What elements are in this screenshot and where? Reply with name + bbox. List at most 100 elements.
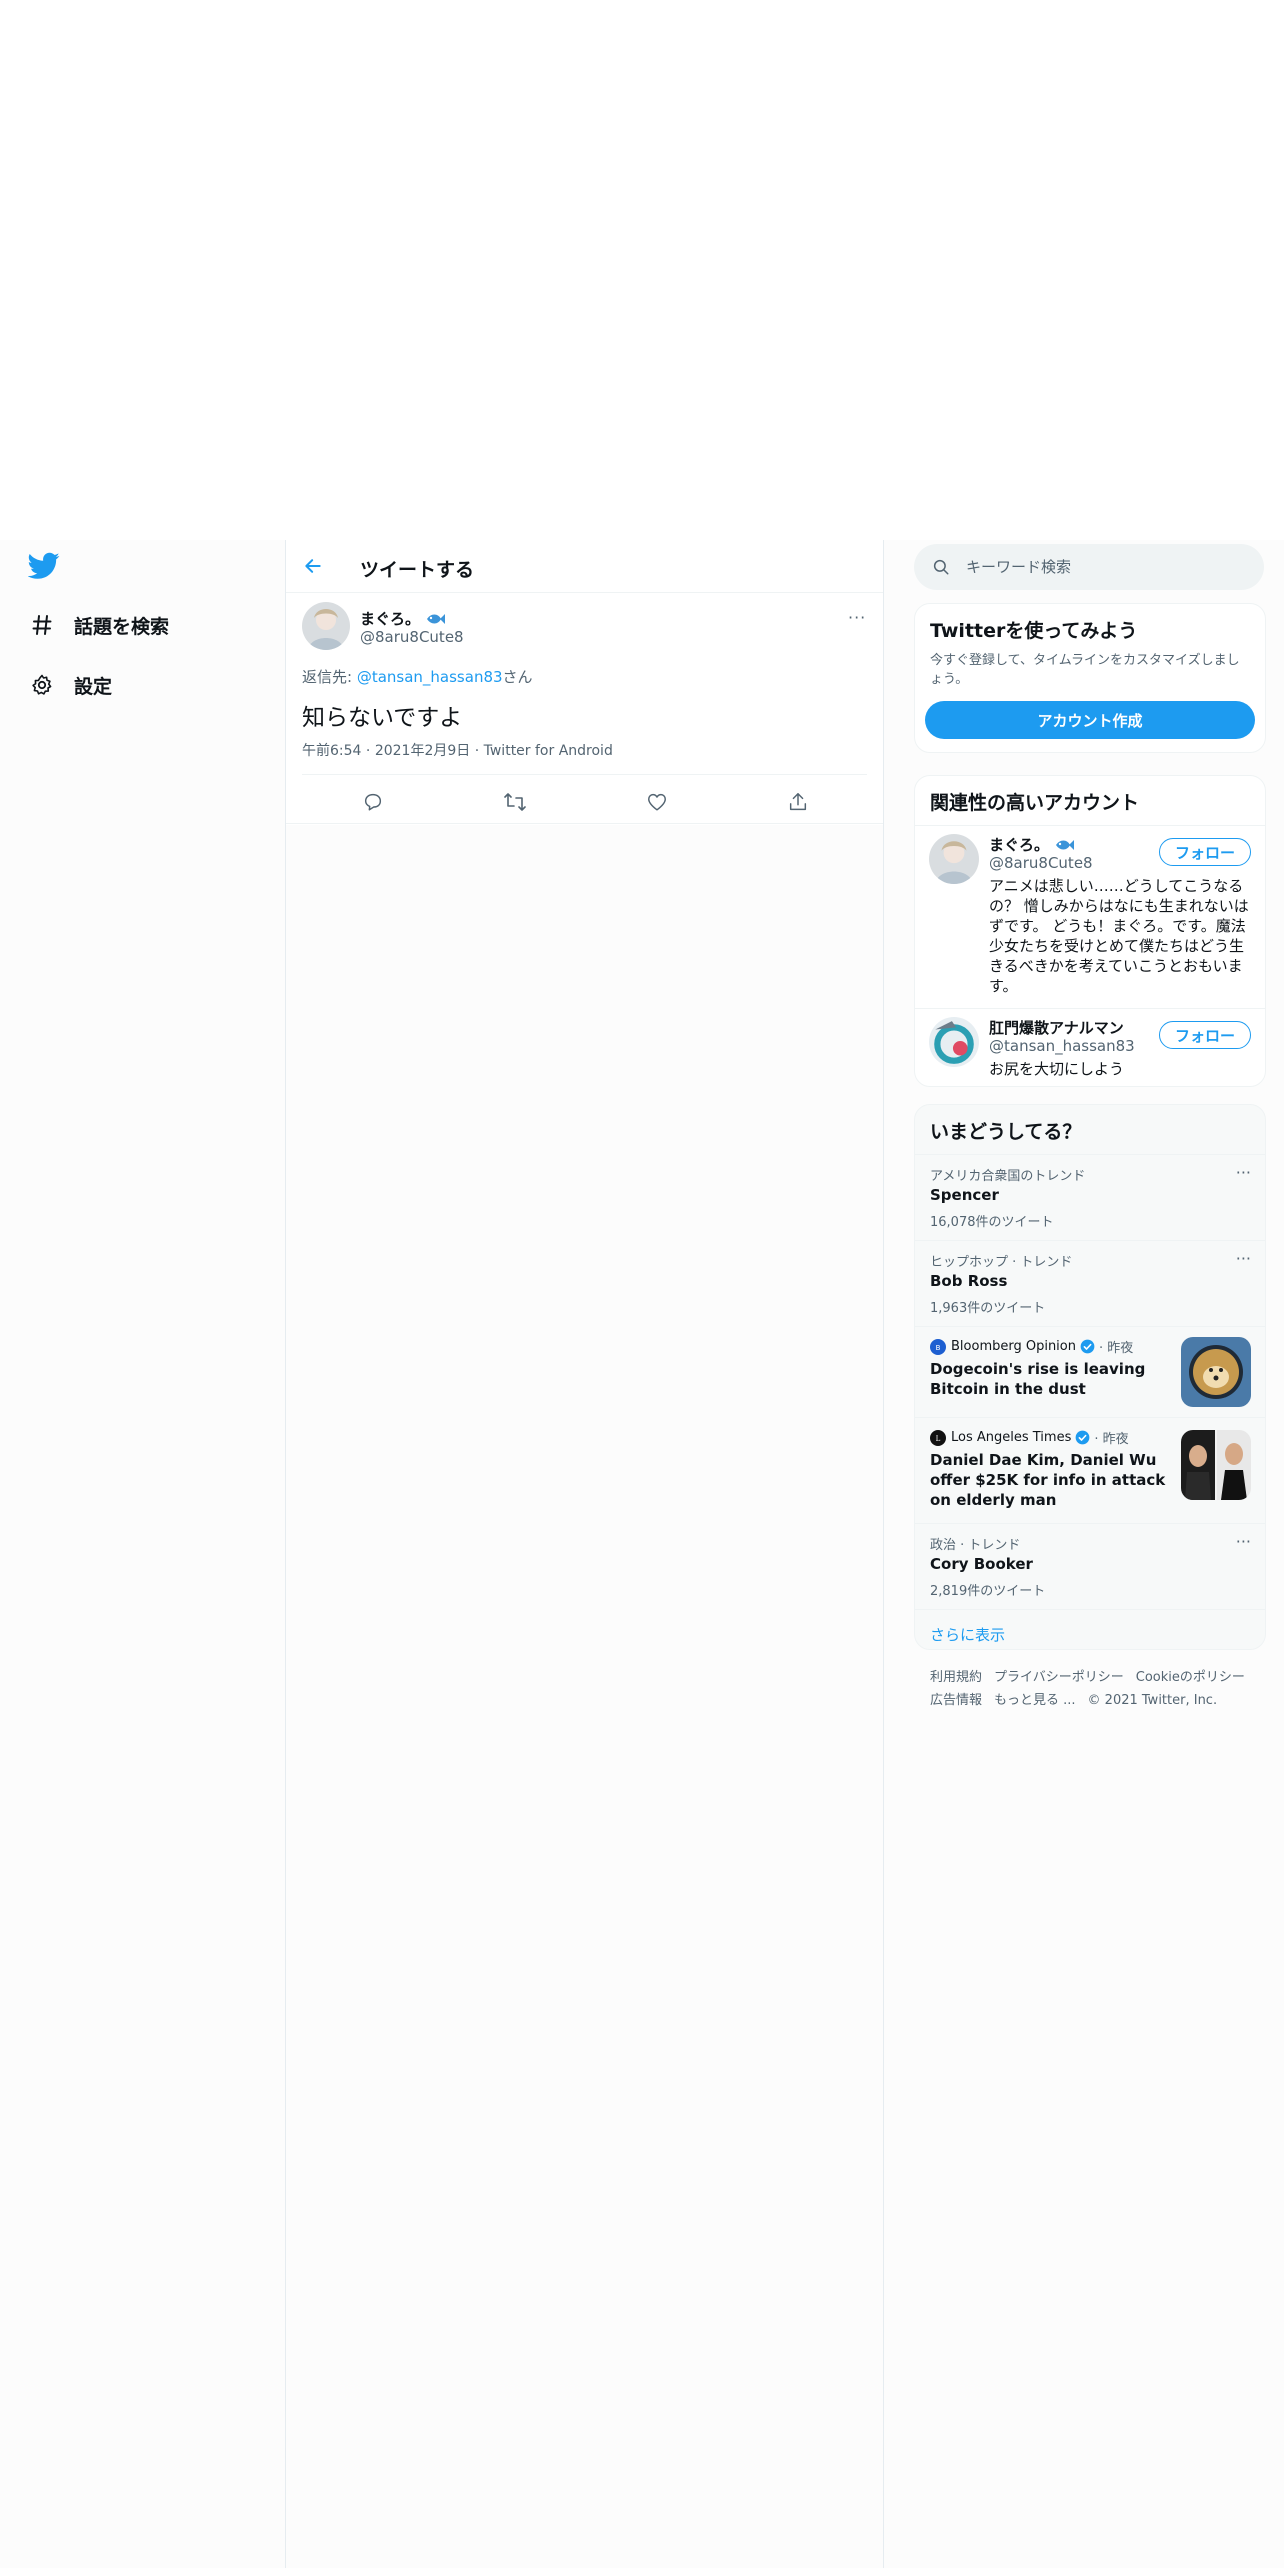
more-icon[interactable]: ··· [1236, 1249, 1251, 1268]
nav-settings[interactable]: 設定 [28, 665, 112, 705]
bloomberg-logo-icon: B [930, 1338, 946, 1355]
news-time: · 昨夜 [1094, 1432, 1129, 1447]
relevant-accounts-card: 関連性の高いアカウント まぐろ。 @8aru8Cute8 アニメは悲しい……どう… [914, 775, 1266, 1087]
trend-context: ヒップホップ · トレンド [930, 1255, 1073, 1270]
main-column-empty [286, 825, 883, 2568]
reply-suffix: さん [502, 668, 533, 686]
more-icon[interactable]: ··· [848, 608, 866, 627]
divider [883, 540, 884, 2568]
trends-title: いまどうしてる？ [930, 1121, 1082, 1143]
tweet-date[interactable]: 2021年2月9日 [375, 743, 470, 759]
news-thumbnail [1181, 1430, 1251, 1500]
reply-context: 返信先: @tansan_hassan83さん [302, 666, 533, 687]
footer-link-privacy[interactable]: プライバシーポリシー [994, 1670, 1124, 1685]
nav-explore-label: 話題を検索 [74, 615, 170, 638]
trend-count: 2,819件のツイート [930, 1584, 1046, 1599]
news-time: · 昨夜 [1099, 1341, 1134, 1356]
news-item[interactable]: B Bloomberg Opinion · 昨夜 Dogecoin's rise… [915, 1326, 1265, 1417]
svg-text:L: L [936, 1435, 941, 1443]
retweet-icon[interactable] [501, 788, 529, 816]
trend-item[interactable]: 政治 · トレンド Cory Booker 2,819件のツイート ··· [915, 1523, 1265, 1609]
share-icon[interactable] [784, 788, 812, 816]
nav-explore[interactable]: 話題を検索 [28, 605, 169, 645]
fish-emoji-icon [426, 612, 446, 626]
footer-link-terms[interactable]: 利用規約 [930, 1670, 982, 1685]
avatar[interactable] [929, 1017, 979, 1067]
footer-link-cookies[interactable]: Cookieのポリシー [1136, 1670, 1245, 1685]
trend-item[interactable]: アメリカ合衆国のトレンド Spencer 16,078件のツイート ··· [915, 1154, 1265, 1240]
reply-prefix: 返信先: [302, 668, 357, 686]
follow-button[interactable]: フォロー [1159, 1021, 1251, 1049]
footer-link-more[interactable]: もっと見る ... [994, 1693, 1076, 1708]
tweet-text: 知らないですよ [302, 705, 463, 731]
nav-settings-label: 設定 [74, 675, 113, 698]
news-source: L Los Angeles Times · 昨夜 [930, 1428, 1129, 1447]
news-source-name: Bloomberg Opinion [951, 1339, 1076, 1354]
signup-title: Twitterを使ってみよう [930, 620, 1138, 642]
news-headline: Daniel Dae Kim, Daniel Wu offer $25K for… [930, 1451, 1166, 1509]
footer-link-ads[interactable]: 広告情報 [930, 1693, 982, 1708]
tweet-author-name: まぐろ。 [360, 610, 421, 628]
tweet-source[interactable]: Twitter for Android [484, 743, 613, 759]
news-source: B Bloomberg Opinion · 昨夜 [930, 1337, 1133, 1356]
main-header: ツイートする [286, 540, 883, 593]
page-title: ツイートする [360, 559, 475, 581]
relevant-accounts-title: 関連性の高いアカウント [930, 792, 1140, 814]
follow-button[interactable]: フォロー [1159, 838, 1251, 866]
tweet-time[interactable]: 午前6:54 [302, 743, 361, 759]
more-icon[interactable]: ··· [1236, 1532, 1251, 1551]
trend-count: 16,078件のツイート [930, 1215, 1054, 1230]
account-bio: アニメは悲しい……どうしてこうなるの？ 憎しみからはなにも生まれないはずです。 … [989, 877, 1249, 995]
trend-name: Bob Ross [930, 1272, 1008, 1290]
twitter-logo-icon[interactable] [27, 552, 62, 582]
search-box[interactable] [914, 544, 1264, 590]
footer-copyright: © 2021 Twitter, Inc. [1087, 1693, 1218, 1708]
signup-description: 今すぐ登録して、タイムラインをカスタマイズしましょう。 [930, 653, 1240, 687]
divider [286, 823, 883, 824]
create-account-button[interactable]: アカウント作成 [925, 701, 1255, 739]
tweet-actions [302, 782, 867, 822]
news-item[interactable]: L Los Angeles Times · 昨夜 Daniel Dae Kim,… [915, 1417, 1265, 1523]
account-name: 肛門爆散アナルマン [989, 1019, 1124, 1037]
avatar[interactable] [302, 602, 350, 650]
news-source-name: Los Angeles Times [951, 1430, 1072, 1445]
tweet-meta: 午前6:54 · 2021年2月9日 · Twitter for Android [302, 743, 613, 759]
show-more-link[interactable]: さらに表示 [930, 1624, 1005, 1645]
back-arrow-icon[interactable] [300, 553, 326, 579]
trend-item[interactable]: ヒップホップ · トレンド Bob Ross 1,963件のツイート ··· [915, 1240, 1265, 1326]
account-bio: お尻を大切にしよう [989, 1060, 1125, 1078]
news-thumbnail [1181, 1337, 1251, 1407]
trend-name: Spencer [930, 1186, 999, 1204]
account-item[interactable]: まぐろ。 @8aru8Cute8 アニメは悲しい……どうしてこうなるの？ 憎しみ… [915, 825, 1265, 1008]
verified-badge-icon [1080, 1339, 1095, 1354]
hashtag-icon [28, 611, 56, 639]
trend-context: アメリカ合衆国のトレンド [930, 1169, 1086, 1184]
trend-context: 政治 · トレンド [930, 1538, 1021, 1553]
account-item[interactable]: 肛門爆散アナルマン @tansan_hassan83 お尻を大切にしよう フォロ… [915, 1008, 1265, 1086]
trends-card: いまどうしてる？ アメリカ合衆国のトレンド Spencer 16,078件のツイ… [914, 1104, 1266, 1650]
tweet-author-handle: @8aru8Cute8 [360, 628, 464, 646]
footer: 利用規約 プライバシーポリシー Cookieのポリシー 広告情報 もっと見る ... ©… [930, 1666, 1260, 1712]
fish-emoji-icon [1055, 838, 1075, 852]
account-handle: @tansan_hassan83 [989, 1037, 1135, 1055]
la-times-logo-icon: L [930, 1429, 946, 1446]
account-name: まぐろ。 [989, 834, 1075, 855]
divider [302, 774, 867, 775]
more-icon[interactable]: ··· [1236, 1163, 1251, 1182]
account-handle: @8aru8Cute8 [989, 854, 1093, 872]
account-name-text: まぐろ。 [989, 836, 1050, 854]
trend-count: 1,963件のツイート [930, 1301, 1046, 1316]
reply-to-link[interactable]: @tansan_hassan83 [357, 668, 503, 686]
search-input[interactable] [964, 557, 1238, 577]
left-nav [0, 540, 285, 2568]
news-headline: Dogecoin's rise is leaving Bitcoin in th… [930, 1360, 1146, 1398]
svg-text:B: B [936, 1344, 941, 1352]
avatar[interactable] [929, 834, 979, 884]
reply-icon[interactable] [359, 788, 387, 816]
signup-card: Twitterを使ってみよう 今すぐ登録して、タイムラインをカスタマイズしましょ… [914, 603, 1266, 753]
show-more: さらに表示 [915, 1609, 1265, 1649]
like-icon[interactable] [643, 788, 671, 816]
tweet-author[interactable]: まぐろ。 [360, 608, 446, 629]
search-icon [932, 558, 950, 576]
verified-badge-icon [1075, 1430, 1090, 1445]
